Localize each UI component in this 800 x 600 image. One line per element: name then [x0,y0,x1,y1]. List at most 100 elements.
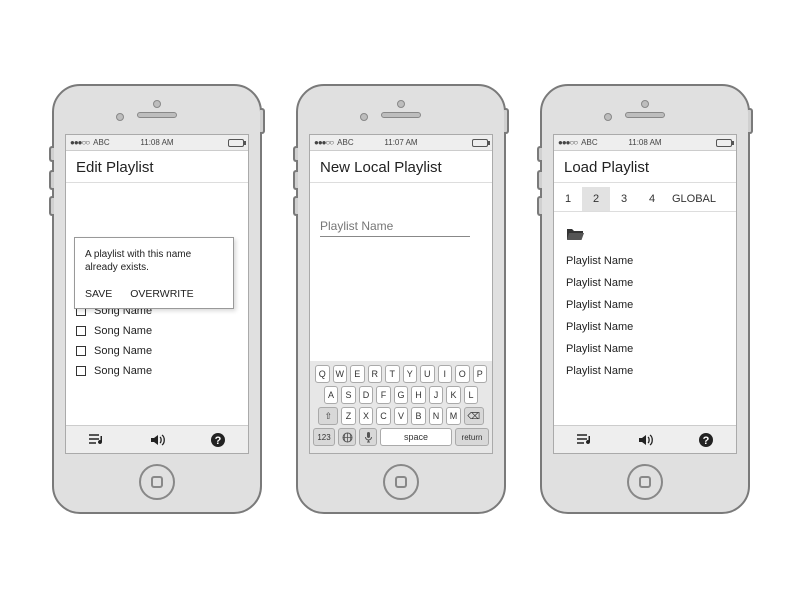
key-h[interactable]: H [411,386,426,404]
earpiece [137,112,177,118]
page-title: New Local Playlist [310,151,492,183]
playlist-icon[interactable] [576,433,594,447]
bank-tab-3[interactable]: 3 [610,187,638,211]
key-z[interactable]: Z [341,407,356,425]
song-label: Song Name [94,325,152,337]
key-u[interactable]: U [420,365,435,383]
key-l[interactable]: L [464,386,479,404]
home-button[interactable] [383,464,419,500]
key-r[interactable]: R [368,365,383,383]
folder-open-icon[interactable] [566,226,724,242]
page-title: Edit Playlist [66,151,248,183]
checkbox-icon[interactable] [76,326,86,336]
key-c[interactable]: C [376,407,391,425]
key-n[interactable]: N [429,407,444,425]
key-y[interactable]: Y [403,365,418,383]
svg-text:?: ? [215,435,222,447]
playlist-row[interactable]: Playlist Name [564,250,726,272]
clock: 11:08 AM [140,138,173,147]
carrier-label: ABC [337,138,353,147]
overwrite-dialog: A playlist with this name already exists… [74,237,234,309]
signal-dots: ●●●○○ [314,138,333,147]
checkbox-icon[interactable] [76,346,86,356]
mute-switch [537,146,542,162]
playlist-row[interactable]: Playlist Name [564,338,726,360]
volume-icon[interactable] [149,433,167,447]
tab-bar: ? [66,425,248,453]
screen: ●●●○○ ABC 11:07 AM New Local Playlist Pl… [309,134,493,454]
key-e[interactable]: E [350,365,365,383]
key-q[interactable]: Q [315,365,330,383]
bank-tab-1[interactable]: 1 [554,187,582,211]
playlist-icon[interactable] [88,433,106,447]
phone-mockup-edit: ●●●○○ ABC 11:08 AM Edit Playlist Song Na… [52,84,262,514]
key-w[interactable]: W [333,365,348,383]
space-key[interactable]: space [380,428,452,446]
bank-tab-4[interactable]: 4 [638,187,666,211]
dialog-message: A playlist with this name already exists… [85,248,223,274]
status-bar: ●●●○○ ABC 11:08 AM [66,135,248,151]
key-j[interactable]: J [429,386,444,404]
clock: 11:07 AM [384,138,417,147]
key-p[interactable]: P [473,365,488,383]
home-button[interactable] [627,464,663,500]
song-row[interactable]: Song Name [76,341,238,361]
home-button[interactable] [139,464,175,500]
key-s[interactable]: S [341,386,356,404]
playlist-list: Playlist NamePlaylist NamePlaylist NameP… [564,250,726,382]
content-area: Song Name Song Name Song Name Song Name … [66,183,248,425]
playlist-row[interactable]: Playlist Name [564,294,726,316]
bank-tab-global[interactable]: GLOBAL [666,187,722,211]
bank-tab-2[interactable]: 2 [582,187,610,211]
volume-up [293,170,298,190]
power-button [748,108,753,134]
key-i[interactable]: I [438,365,453,383]
save-button[interactable]: SAVE [85,288,112,300]
volume-icon[interactable] [637,433,655,447]
key-g[interactable]: G [394,386,409,404]
shift-key[interactable]: ⇧ [318,407,338,425]
tab-bar: ? [554,425,736,453]
power-button [504,108,509,134]
signal-dots: ●●●○○ [70,138,89,147]
key-b[interactable]: B [411,407,426,425]
carrier-label: ABC [93,138,109,147]
key-o[interactable]: O [455,365,470,383]
clock: 11:08 AM [628,138,661,147]
help-icon[interactable]: ? [210,432,226,448]
help-icon[interactable]: ? [698,432,714,448]
camera-dot [641,100,649,108]
screen: ●●●○○ ABC 11:08 AM Load Playlist 1234GLO… [553,134,737,454]
key-a[interactable]: A [324,386,339,404]
backspace-key[interactable]: ⌫ [464,407,484,425]
mic-key[interactable] [359,428,377,446]
song-label: Song Name [94,365,152,377]
svg-text:?: ? [703,435,710,447]
key-m[interactable]: M [446,407,461,425]
mute-switch [49,146,54,162]
key-x[interactable]: X [359,407,374,425]
key-v[interactable]: V [394,407,409,425]
key-t[interactable]: T [385,365,400,383]
status-bar: ●●●○○ ABC 11:07 AM [310,135,492,151]
playlist-row[interactable]: Playlist Name [564,272,726,294]
key-k[interactable]: K [446,386,461,404]
song-row[interactable]: Song Name [76,321,238,341]
globe-key[interactable] [338,428,356,446]
playlist-name-input[interactable]: Playlist Name [320,219,470,237]
song-row[interactable]: Song Name [76,361,238,381]
carrier-label: ABC [581,138,597,147]
return-key[interactable]: return [455,428,489,446]
key-d[interactable]: D [359,386,374,404]
playlist-row[interactable]: Playlist Name [564,360,726,382]
numbers-key[interactable]: 123 [313,428,335,446]
sensor-dot [360,113,368,121]
camera-dot [397,100,405,108]
overwrite-button[interactable]: OVERWRITE [130,288,193,300]
checkbox-icon[interactable] [76,366,86,376]
song-label: Song Name [94,345,152,357]
key-f[interactable]: F [376,386,391,404]
earpiece [381,112,421,118]
playlist-row[interactable]: Playlist Name [564,316,726,338]
volume-down [537,196,542,216]
